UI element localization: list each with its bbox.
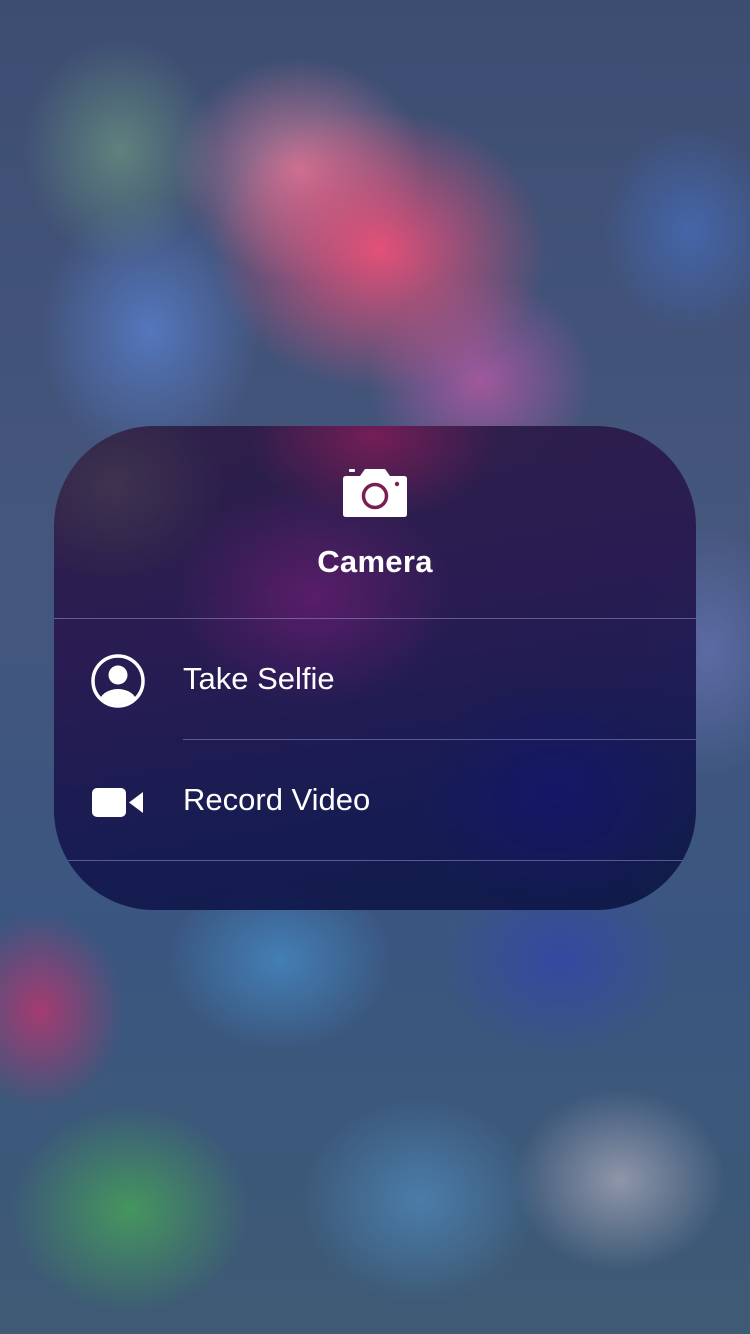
video-camera-icon [92,788,143,817]
person-circle-icon [91,654,145,708]
take-selfie-label: Take Selfie [183,661,335,696]
quick-action-menu: Camera Take Selfie Record Video [54,426,696,910]
record-video-label: Record Video [183,782,371,817]
take-selfie-action[interactable]: Take Selfie [54,619,696,739]
record-video-action[interactable]: Record Video [54,740,696,860]
camera-icon [343,469,407,517]
bottom-divider [54,860,696,861]
screen: Camera Take Selfie Record Video [0,0,750,1334]
app-title: Camera [317,544,433,579]
menu-header: Camera [54,426,696,618]
